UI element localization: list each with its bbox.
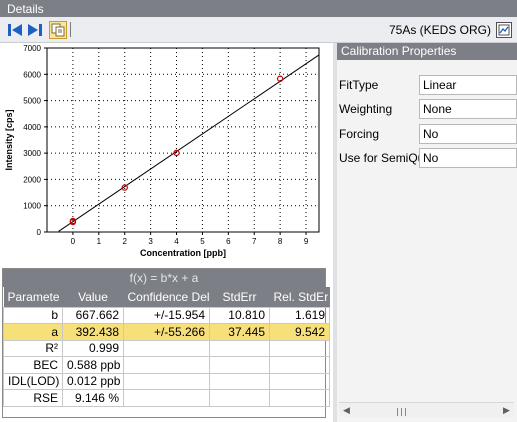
x-axis-label: Concentration [ppb] — [140, 248, 226, 258]
scroll-thumb[interactable] — [397, 407, 413, 416]
horizontal-scrollbar[interactable]: ◀ ▶ — [339, 402, 514, 417]
rel-stderr-cell — [269, 356, 330, 374]
y-tick-label: 0 — [37, 228, 42, 237]
property-semiquant: Use for SemiQua No — [337, 148, 517, 168]
x-tick-label: 5 — [200, 237, 205, 246]
x-tick-label: 7 — [252, 237, 257, 246]
rel-stderr-cell: 9.542 — [269, 323, 330, 341]
stderr-cell: 37.445 — [209, 323, 270, 341]
export-icon[interactable] — [495, 21, 513, 39]
value-cell: 0.012 ppb — [62, 372, 124, 390]
rel-stderr-cell — [269, 372, 330, 390]
rel-stderr-cell — [269, 389, 330, 407]
toolbar: 75As (KEDS ORG) — [0, 17, 517, 43]
param-cell: b — [3, 306, 63, 324]
stderr-cell — [209, 372, 270, 390]
y-tick-label: 7000 — [23, 44, 41, 53]
fit-formula: f(x) = b*x + a — [3, 269, 325, 287]
param-cell: BEC — [3, 356, 63, 374]
confidence-cell — [123, 372, 210, 390]
stderr-cell: 10.810 — [209, 306, 270, 324]
y-tick-label: 5000 — [23, 97, 41, 106]
value-cell: 0.588 ppb — [62, 356, 124, 374]
confidence-cell — [123, 339, 210, 357]
y-axis-label: Intensity [cps] — [4, 109, 14, 170]
x-tick-label: 2 — [122, 237, 127, 246]
value-cell: 0.999 — [62, 339, 124, 357]
property-label: FitType — [339, 78, 379, 92]
column-header[interactable]: Confidence Del — [123, 287, 210, 307]
semiquant-field[interactable]: No — [419, 148, 517, 168]
x-tick-label: 9 — [304, 237, 309, 246]
x-tick-label: 4 — [174, 237, 179, 246]
param-cell: RSE — [3, 389, 63, 407]
value-cell: 667.662 — [62, 306, 124, 324]
stderr-cell — [209, 389, 270, 407]
y-tick-label: 2000 — [23, 175, 41, 184]
fittype-field[interactable]: Linear — [419, 75, 517, 95]
x-tick-label: 0 — [71, 237, 76, 246]
property-label: Weighting — [339, 102, 393, 116]
property-fittype: FitType Linear — [337, 75, 517, 95]
last-icon[interactable] — [26, 21, 44, 39]
stderr-cell — [209, 356, 270, 374]
calibration-plot: 0 1000 2000 3000 4000 5000 6000 7000 0 1 2 3 4 5 6 7 8 9… — [0, 43, 333, 265]
scroll-left-icon[interactable]: ◀ — [341, 405, 352, 416]
property-label: Use for SemiQua — [339, 151, 419, 165]
param-cell: R² — [3, 339, 63, 357]
property-label: Forcing — [339, 127, 380, 141]
table-row[interactable]: IDL(LOD) 0.012 ppb — [3, 372, 330, 390]
window-title-bar: Details — [0, 0, 517, 17]
x-tick-label: 3 — [148, 237, 153, 246]
forcing-field[interactable]: No — [419, 124, 517, 144]
toolbar-separator — [70, 22, 71, 37]
value-cell: 392.438 — [62, 323, 124, 341]
param-cell: a — [3, 323, 63, 341]
copy-icon[interactable] — [49, 21, 67, 39]
calibration-properties-panel: Calibration Properties FitType Linear We… — [337, 43, 517, 422]
y-tick-label: 6000 — [23, 70, 41, 79]
confidence-cell: +/-55.266 — [123, 323, 210, 341]
rel-stderr-cell — [269, 339, 330, 357]
sample-name: 75As (KEDS ORG) — [388, 23, 491, 37]
property-forcing: Forcing No — [337, 124, 517, 144]
value-cell: 9.146 % — [62, 389, 124, 407]
column-header[interactable]: Rel. StdEr — [269, 287, 330, 307]
scroll-right-icon[interactable]: ▶ — [501, 405, 512, 416]
properties-header: Calibration Properties — [337, 43, 517, 60]
y-tick-label: 1000 — [23, 202, 41, 211]
column-header[interactable]: Paramete — [3, 287, 63, 307]
y-tick-label: 3000 — [23, 149, 41, 158]
column-header[interactable]: Value — [62, 287, 124, 307]
rel-stderr-cell: 1.619 — [269, 306, 330, 324]
x-tick-label: 1 — [97, 237, 102, 246]
window-title: Details — [7, 2, 44, 16]
table-row[interactable]: b 667.662 +/-15.954 10.810 1.619 — [3, 306, 330, 324]
table-row[interactable]: BEC 0.588 ppb — [3, 356, 330, 374]
confidence-cell: +/-15.954 — [123, 306, 210, 324]
confidence-cell — [123, 389, 210, 407]
x-tick-label: 8 — [278, 237, 283, 246]
param-cell: IDL(LOD) — [3, 372, 63, 390]
first-icon[interactable] — [6, 21, 24, 39]
calibration-chart: 0 1000 2000 3000 4000 5000 6000 7000 0 1 2 3 4 5 6 7 8 9… — [4, 44, 320, 258]
stderr-cell — [209, 339, 270, 357]
x-tick-label: 6 — [226, 237, 231, 246]
table-row-selected[interactable]: a 392.438 +/-55.266 37.445 9.542 — [3, 323, 330, 341]
table-row[interactable]: RSE 9.146 % — [3, 389, 330, 407]
weighting-field[interactable]: None — [419, 99, 517, 119]
fit-results-panel: f(x) = b*x + a Paramete Value Confidence… — [2, 268, 330, 418]
property-weighting: Weighting None — [337, 99, 517, 119]
table-row[interactable]: R² 0.999 — [3, 339, 330, 357]
plot-frame — [46, 47, 320, 233]
column-header[interactable]: StdErr — [209, 287, 270, 307]
confidence-cell — [123, 356, 210, 374]
y-tick-label: 4000 — [23, 123, 41, 132]
fit-results-table: Paramete Value Confidence Del StdErr Rel… — [3, 287, 330, 407]
